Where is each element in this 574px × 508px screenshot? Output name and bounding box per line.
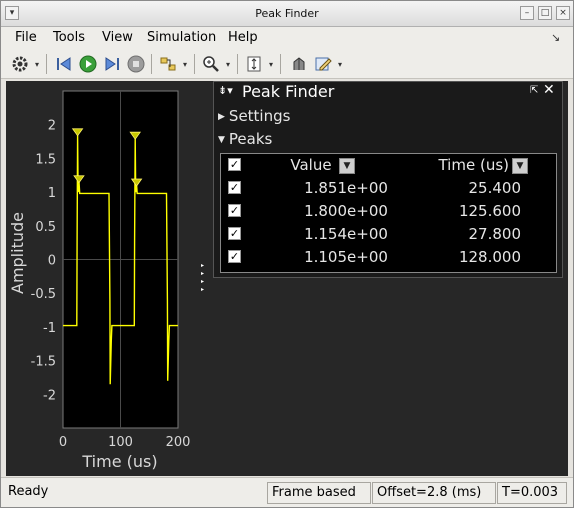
menu-help[interactable]: Help [228,30,258,45]
peak-finder-panel: ⇟▾ Peak Finder ⇱ ✕ ▶ Settings ▼ Peaks ✓ Va… [213,81,563,278]
peaks-table: ✓ Value ▼ Time (us) ▼ ✓ 1.851e+00 25.400… [220,153,557,273]
peak-checkbox[interactable]: ✓ [228,204,241,217]
expand-down-icon: ▼ [218,135,225,145]
autoscale-dropdown-icon[interactable]: ▾ [266,53,276,75]
panel-resize-arrows-icon[interactable]: ▸ ▸ ▸ ▸ [201,262,209,294]
y-tick-label: -0.5 [31,287,56,302]
x-tick-label: 0 [59,435,67,450]
signal-select-icon[interactable] [157,53,179,75]
toolbar: ▾ ▾ ▾ ▾ ▾ [1,49,573,79]
expand-right-icon: ▶ [218,112,225,122]
app-window: ▾ Peak Finder – □ × File Tools View Simu… [0,0,574,508]
y-tick-label: -1.5 [31,355,56,370]
table-row: ✓ 1.851e+00 25.400 [221,177,556,200]
status-time: T=0.003 [497,482,567,504]
panel-close-icon[interactable]: ✕ [543,82,555,98]
peak-time: 27.800 [468,225,522,243]
y-tick-label: -1 [43,321,56,336]
time-sort-button[interactable]: ▼ [512,158,528,174]
style-icon[interactable] [312,53,334,75]
minimize-button[interactable]: – [520,6,534,20]
status-bar: Ready Frame based Offset=2.8 (ms) T=0.00… [1,477,573,507]
table-row: ✓ 1.154e+00 27.800 [221,223,556,246]
status-state: Ready [8,484,49,499]
y-tick-label: 0 [48,254,56,269]
peak-value: 1.800e+00 [304,202,388,220]
menu-tools[interactable]: Tools [53,30,85,45]
settings-section-toggle[interactable]: ▶ Settings [218,107,290,125]
menu-simulation[interactable]: Simulation [147,30,216,45]
step-back-icon[interactable] [53,53,75,75]
peak-time: 125.600 [458,202,521,220]
zoom-in-icon[interactable] [200,53,222,75]
y-axis-label: Amplitude [8,212,27,294]
stop-icon[interactable] [125,53,147,75]
zoom-dropdown-icon[interactable]: ▾ [223,53,233,75]
peaks-table-header: ✓ Value ▼ Time (us) ▼ [221,154,556,177]
peak-value: 1.105e+00 [304,248,388,266]
title-bar: ▾ Peak Finder – □ × [1,1,573,27]
peak-finder-title: Peak Finder [242,82,335,101]
select-all-checkbox[interactable]: ✓ [228,158,241,171]
peak-checkbox[interactable]: ✓ [228,250,241,263]
window-title: Peak Finder [255,7,319,20]
signal-dropdown-icon[interactable]: ▾ [180,53,190,75]
y-tick-label: 0.5 [35,220,56,235]
menu-file[interactable]: File [15,30,37,45]
peak-time: 128.000 [458,248,521,266]
status-mode: Frame based [267,482,371,504]
peaks-section-toggle[interactable]: ▼ Peaks [218,130,272,148]
run-icon[interactable] [77,53,99,75]
peak-finder-header: ⇟▾ Peak Finder ⇱ ✕ [214,82,562,104]
close-button[interactable]: × [556,6,570,20]
autoscale-icon[interactable] [243,53,265,75]
peak-checkbox[interactable]: ✓ [228,227,241,240]
value-sort-button[interactable]: ▼ [339,158,355,174]
style-dropdown-icon[interactable]: ▾ [335,53,345,75]
time-column-header: Time (us) [438,156,509,174]
menu-bar: File Tools View Simulation Help ↘ [1,27,573,49]
highlight-icon[interactable] [288,53,310,75]
menu-view[interactable]: View [102,30,133,45]
x-tick-label: 200 [166,435,191,450]
maximize-button[interactable]: □ [538,6,552,20]
settings-dropdown-icon[interactable]: ▾ [32,53,42,75]
y-tick-label: -2 [43,388,56,403]
table-row: ✓ 1.105e+00 128.000 [221,246,556,269]
peak-checkbox[interactable]: ✓ [228,181,241,194]
peak-value: 1.851e+00 [304,179,388,197]
undock-icon[interactable]: ⇱ [530,85,538,96]
step-forward-icon[interactable] [101,53,123,75]
y-tick-label: 2 [48,119,56,134]
gear-icon[interactable] [9,53,31,75]
peaks-label: Peaks [228,130,273,148]
dock-pin-icon[interactable]: ↘ [551,31,560,44]
x-tick-label: 100 [108,435,133,450]
pin-icon[interactable]: ⇟▾ [218,84,233,97]
settings-label: Settings [228,107,291,125]
peak-value: 1.154e+00 [304,225,388,243]
y-tick-label: 1 [48,186,56,201]
x-axis-label: Time (us) [81,452,157,471]
peak-time: 25.400 [468,179,522,197]
status-offset: Offset=2.8 (ms) [372,482,496,504]
table-row: ✓ 1.800e+00 125.600 [221,200,556,223]
y-tick-label: 1.5 [35,152,56,167]
